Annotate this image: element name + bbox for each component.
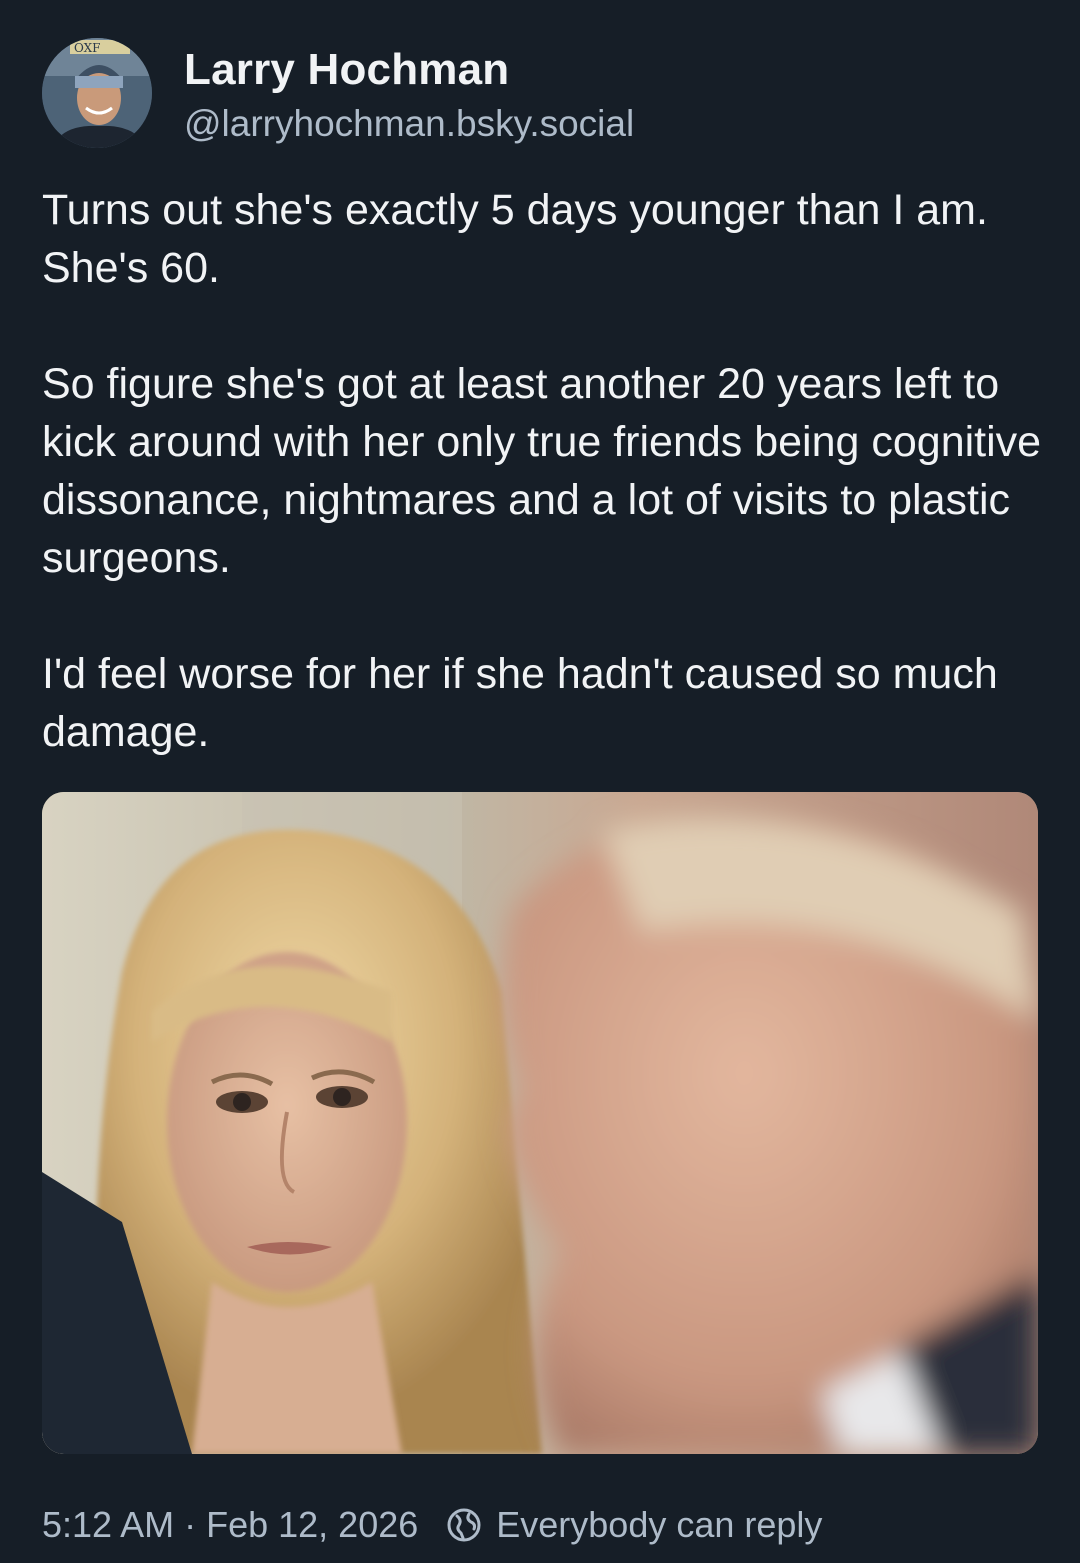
display-name[interactable]: Larry Hochman [184, 42, 634, 98]
post-time[interactable]: 5:12 AM [42, 1504, 174, 1546]
post-photo-icon [42, 792, 1038, 1454]
post-text: Turns out she's exactly 5 days younger t… [42, 181, 1042, 761]
post-image[interactable] [42, 792, 1038, 1454]
post-paragraph: I'd feel worse for her if she hadn't cau… [42, 650, 998, 756]
globe-icon [444, 1505, 484, 1545]
meta-separator: · [184, 1504, 197, 1545]
post-header: OXF Larry Hochman @larryhochman.bsky.soc… [42, 38, 634, 148]
svg-text:OXF: OXF [74, 41, 101, 55]
author-handle[interactable]: @larryhochman.bsky.social [184, 100, 634, 148]
avatar-photo-icon: OXF [42, 38, 152, 148]
post-meta: 5:12 AM · Feb 12, 2026 Everybody can rep… [42, 1500, 822, 1550]
author-names: Larry Hochman @larryhochman.bsky.social [184, 42, 634, 148]
post-paragraph: Turns out she's exactly 5 days younger t… [42, 186, 988, 292]
post-date[interactable]: Feb 12, 2026 [206, 1504, 418, 1546]
post-paragraph: So figure she's got at least another 20 … [42, 360, 1042, 582]
avatar[interactable]: OXF [42, 38, 152, 148]
post-card: OXF Larry Hochman @larryhochman.bsky.soc… [0, 0, 1080, 1563]
reply-setting[interactable]: Everybody can reply [496, 1504, 822, 1546]
